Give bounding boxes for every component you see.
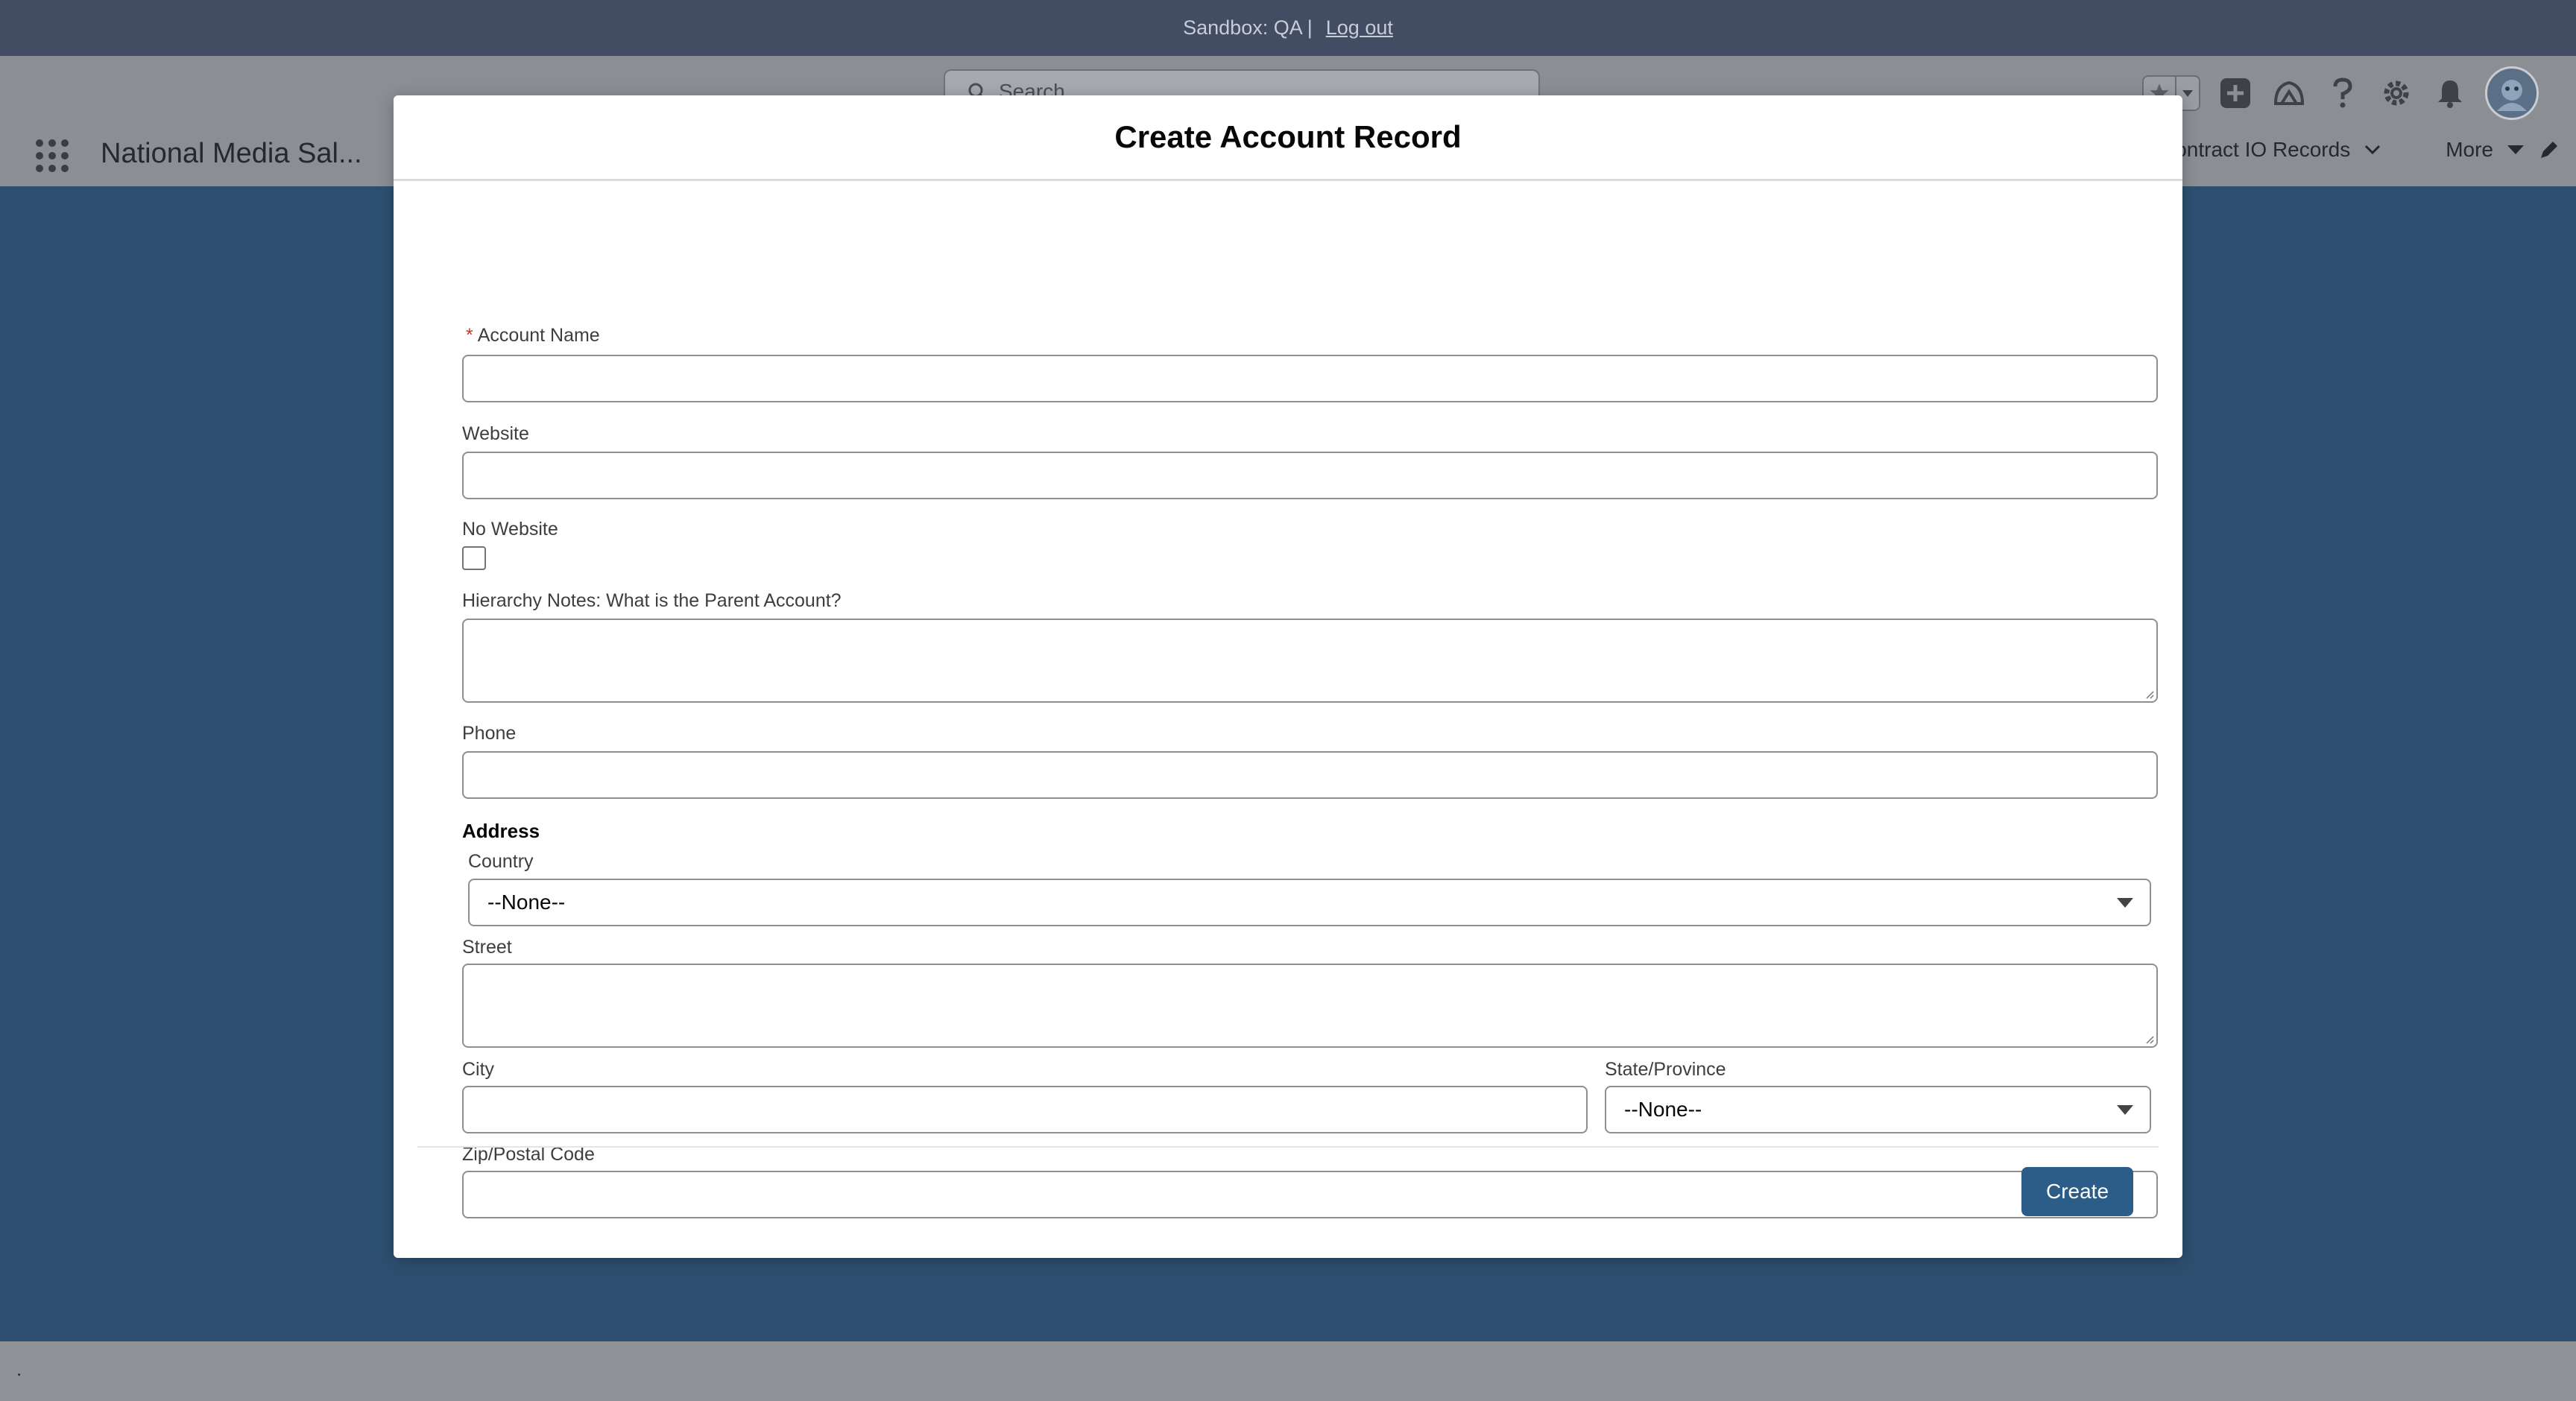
website-input[interactable]: [462, 452, 2158, 499]
country-selected-value: --None--: [487, 891, 566, 914]
logout-link[interactable]: Log out: [1326, 16, 1393, 39]
resize-grip-icon[interactable]: [2144, 1034, 2154, 1044]
help-icon[interactable]: [2324, 75, 2361, 112]
state-select[interactable]: --None--: [1605, 1086, 2151, 1133]
modal-header: Create Account Record: [394, 95, 2182, 181]
sandbox-banner: Sandbox: QA | Log out: [0, 0, 2576, 56]
zip-input[interactable]: [462, 1171, 2158, 1218]
modal-footer-divider: [417, 1146, 2159, 1148]
resize-grip-icon[interactable]: [2144, 689, 2154, 699]
hierarchy-notes-label: Hierarchy Notes: What is the Parent Acco…: [462, 590, 842, 611]
user-avatar[interactable]: [2485, 66, 2539, 120]
app-launcher-icon[interactable]: [36, 139, 69, 172]
city-input[interactable]: [462, 1086, 1588, 1133]
country-label: Country: [468, 851, 534, 872]
utility-bar-text: .: [16, 1358, 22, 1380]
account-name-label: * Account Name: [466, 325, 600, 347]
notifications-bell-icon[interactable]: [2431, 75, 2469, 112]
chevron-down-icon: [2117, 1105, 2133, 1115]
hierarchy-notes-textarea[interactable]: [462, 619, 2158, 703]
address-section-title: Address: [462, 820, 540, 842]
account-name-input[interactable]: [462, 355, 2158, 402]
create-account-modal: Create Account Record * Account Name Webs…: [394, 95, 2182, 1258]
required-marker: *: [466, 325, 473, 346]
website-label: Website: [462, 423, 529, 444]
street-textarea[interactable]: [462, 964, 2158, 1048]
app-name: National Media Sal...: [101, 138, 362, 169]
account-name-label-text: Account Name: [477, 325, 600, 346]
country-select[interactable]: --None--: [468, 879, 2151, 926]
utility-bar: .: [0, 1341, 2576, 1401]
city-label: City: [462, 1059, 495, 1080]
phone-label: Phone: [462, 723, 517, 744]
no-website-checkbox[interactable]: [462, 546, 486, 570]
state-label: State/Province: [1605, 1059, 1726, 1080]
trailhead-icon[interactable]: [2270, 75, 2308, 112]
setup-gear-icon[interactable]: [2378, 75, 2415, 112]
phone-input[interactable]: [462, 751, 2158, 799]
state-selected-value: --None--: [1624, 1098, 1702, 1121]
more-caret-icon[interactable]: [2507, 144, 2525, 156]
global-actions-plus-icon[interactable]: [2217, 75, 2254, 112]
sandbox-label: Sandbox: QA |: [1183, 16, 1313, 39]
chevron-down-icon: [2117, 898, 2133, 908]
edit-nav-pencil-icon[interactable]: [2538, 139, 2560, 161]
street-label: Street: [462, 937, 512, 958]
tab-more[interactable]: More: [2446, 138, 2493, 162]
header-icons: [2142, 66, 2539, 120]
modal-title: Create Account Record: [1114, 119, 1462, 154]
chevron-down-icon[interactable]: [2364, 144, 2381, 156]
tab-contract-io-records[interactable]: Contract IO Records: [2160, 138, 2350, 162]
no-website-label: No Website: [462, 519, 558, 540]
nav-tabs-right: Contract IO Records More: [2160, 138, 2560, 162]
create-button[interactable]: Create: [2021, 1167, 2133, 1216]
